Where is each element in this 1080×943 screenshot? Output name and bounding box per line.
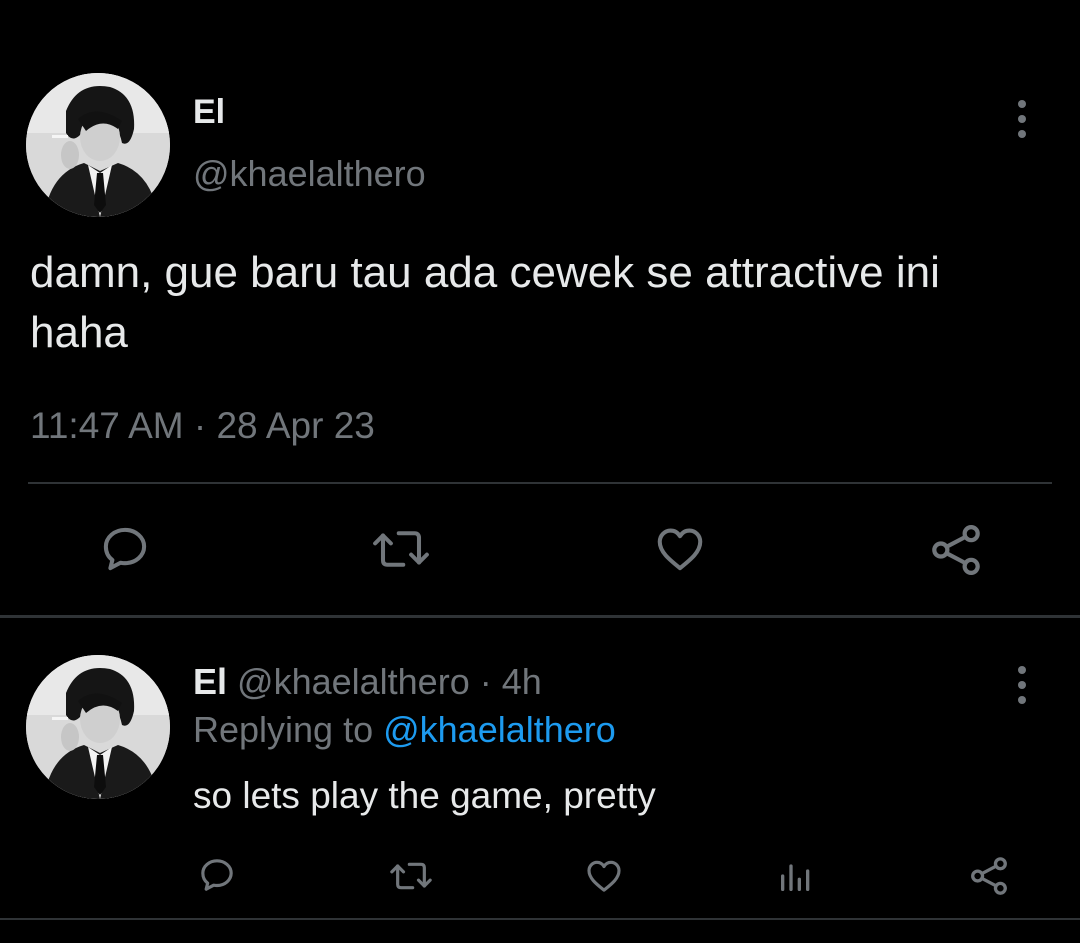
retweet-icon[interactable] [368, 522, 434, 576]
retweet-icon[interactable] [386, 856, 436, 896]
reply-icon[interactable] [96, 522, 154, 576]
share-icon[interactable] [928, 522, 984, 578]
separator: · [469, 661, 502, 702]
tweet-age[interactable]: 4h [502, 661, 542, 702]
avatar-photo [26, 655, 170, 799]
like-icon[interactable] [583, 856, 625, 896]
more-vertical-icon[interactable] [1002, 89, 1042, 149]
handle[interactable]: @khaelalthero [193, 153, 426, 195]
avatar[interactable] [26, 73, 170, 217]
avatar[interactable] [26, 655, 170, 799]
divider [0, 918, 1080, 920]
more-vertical-icon[interactable] [1002, 655, 1042, 715]
display-name[interactable]: El [193, 92, 225, 132]
divider [28, 482, 1052, 484]
mention-link[interactable]: @khaelalthero [383, 709, 616, 750]
avatar-photo [26, 73, 170, 217]
tweet-text: damn, gue baru tau ada cewek se attracti… [30, 248, 940, 357]
display-name[interactable]: El [193, 661, 227, 702]
handle[interactable]: @khaelalthero [237, 661, 470, 702]
share-icon[interactable] [968, 855, 1010, 897]
section-divider [0, 615, 1080, 618]
tweet-text: so lets play the game, pretty [193, 775, 656, 816]
analytics-icon[interactable] [776, 856, 816, 896]
like-icon[interactable] [652, 522, 708, 576]
tweet-timestamp[interactable]: 11:47 AM · 28 Apr 23 [30, 404, 375, 448]
replying-to-label: Replying to [193, 709, 384, 750]
reply-icon[interactable] [196, 855, 238, 895]
replying-to: Replying to @khaelalthero [193, 708, 616, 752]
reply-header: El @khaelalthero · 4h [193, 660, 542, 704]
